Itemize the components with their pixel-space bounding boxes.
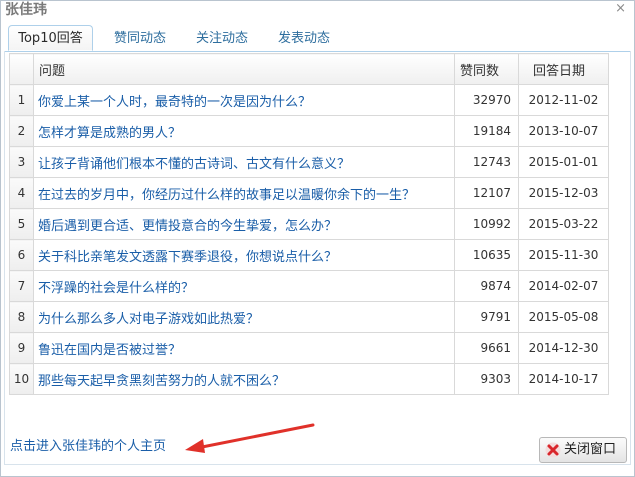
question-link[interactable]: 那些每天起早贪黑刻苦努力的人就不困么？	[33, 363, 455, 395]
table-row: 6 关于科比亲笔发文透露下赛季退役，你想说点什么？ 10635 2015-11-…	[9, 239, 609, 271]
row-index: 9	[9, 332, 34, 364]
question-link[interactable]: 在过去的岁月中，你经历过什么样的故事足以温暖你余下的一生？	[33, 177, 455, 209]
vote-count: 12107	[454, 177, 519, 209]
dialog-titlebar: 张佳玮 ×	[1, 1, 634, 21]
question-link[interactable]: 让孩子背诵他们根本不懂的古诗词、古文有什么意义？	[33, 146, 455, 178]
close-window-label: 关闭窗口	[564, 442, 617, 457]
header-date: 回答日期	[518, 53, 609, 85]
arrow-shaft	[195, 423, 315, 450]
table-row: 7 不浮躁的社会是什么样的？ 9874 2014-02-07	[9, 270, 609, 302]
table-row: 3 让孩子背诵他们根本不懂的古诗词、古文有什么意义？ 12743 2015-01…	[9, 146, 609, 178]
answer-date: 2013-10-07	[518, 115, 609, 147]
tab-post-activity[interactable]: 发表动态	[264, 27, 344, 51]
user-answers-dialog: 张佳玮 × Top10回答 赞同动态 关注动态 发表动态 问题 赞同数 回答日期…	[0, 0, 635, 477]
vote-count: 10635	[454, 239, 519, 271]
table-row: 9 鲁迅在国内是否被过誉？ 9661 2014-12-30	[9, 332, 609, 364]
question-link[interactable]: 怎样才算是成熟的男人？	[33, 115, 455, 147]
table-row: 10 那些每天起早贪黑刻苦努力的人就不困么？ 9303 2014-10-17	[9, 363, 609, 395]
answer-date: 2012-11-02	[518, 84, 609, 116]
header-votes: 赞同数	[454, 53, 519, 85]
table-row: 1 你爱上某一个人时，最奇特的一次是因为什么？ 32970 2012-11-02	[9, 84, 609, 116]
tab-upvote-activity[interactable]: 赞同动态	[100, 27, 180, 51]
question-link[interactable]: 不浮躁的社会是什么样的？	[33, 270, 455, 302]
header-index	[9, 53, 34, 85]
question-link[interactable]: 婚后遇到更合适、更情投意合的今生挚爱，怎么办？	[33, 208, 455, 240]
row-index: 4	[9, 177, 34, 209]
table-row: 8 为什么那么多人对电子游戏如此热爱？ 9791 2015-05-08	[9, 301, 609, 333]
vote-count: 9791	[454, 301, 519, 333]
arrow-head	[185, 439, 205, 453]
answer-date: 2015-01-01	[518, 146, 609, 178]
table-row: 2 怎样才算是成熟的男人？ 19184 2013-10-07	[9, 115, 609, 147]
dialog-title: 张佳玮	[5, 2, 47, 18]
header-question: 问题	[33, 53, 455, 85]
tab-top10-answers[interactable]: Top10回答	[8, 25, 93, 51]
vote-count: 9874	[454, 270, 519, 302]
row-index: 8	[9, 301, 34, 333]
tab-follow-activity[interactable]: 关注动态	[182, 27, 262, 51]
row-index: 6	[9, 239, 34, 271]
answer-date: 2014-02-07	[518, 270, 609, 302]
row-index: 7	[9, 270, 34, 302]
answer-date: 2015-12-03	[518, 177, 609, 209]
answer-date: 2015-05-08	[518, 301, 609, 333]
row-index: 5	[9, 208, 34, 240]
question-link[interactable]: 鲁迅在国内是否被过誉？	[33, 332, 455, 364]
answer-date: 2015-03-22	[518, 208, 609, 240]
close-icon[interactable]: ×	[615, 1, 626, 17]
row-index: 2	[9, 115, 34, 147]
answer-date: 2014-10-17	[518, 363, 609, 395]
vote-count: 12743	[454, 146, 519, 178]
close-window-button[interactable]: 关闭窗口	[539, 437, 627, 463]
question-link[interactable]: 你爱上某一个人时，最奇特的一次是因为什么？	[33, 84, 455, 116]
vote-count: 32970	[454, 84, 519, 116]
row-index: 1	[9, 84, 34, 116]
table-header-row: 问题 赞同数 回答日期	[9, 53, 609, 85]
vote-count: 10992	[454, 208, 519, 240]
answer-date: 2014-12-30	[518, 332, 609, 364]
red-x-icon	[545, 442, 561, 458]
red-arrow-icon	[185, 423, 315, 453]
row-index: 10	[9, 363, 34, 395]
vote-count: 9303	[454, 363, 519, 395]
tabs-panel: Top10回答 赞同动态 关注动态 发表动态 问题 赞同数 回答日期 1 你爱上…	[4, 25, 631, 465]
question-link[interactable]: 为什么那么多人对电子游戏如此热爱？	[33, 301, 455, 333]
vote-count: 9661	[454, 332, 519, 364]
table-row: 5 婚后遇到更合适、更情投意合的今生挚爱，怎么办？ 10992 2015-03-…	[9, 208, 609, 240]
tab-bar: Top10回答 赞同动态 关注动态 发表动态	[4, 25, 631, 52]
table-row: 4 在过去的岁月中，你经历过什么样的故事足以温暖你余下的一生？ 12107 20…	[9, 177, 609, 209]
profile-link[interactable]: 点击进入张佳玮的个人主页	[10, 437, 166, 457]
answer-date: 2015-11-30	[518, 239, 609, 271]
row-index: 3	[9, 146, 34, 178]
vote-count: 19184	[454, 115, 519, 147]
question-link[interactable]: 关于科比亲笔发文透露下赛季退役，你想说点什么？	[33, 239, 455, 271]
top10-answers-table: 问题 赞同数 回答日期 1 你爱上某一个人时，最奇特的一次是因为什么？ 3297…	[9, 53, 609, 395]
